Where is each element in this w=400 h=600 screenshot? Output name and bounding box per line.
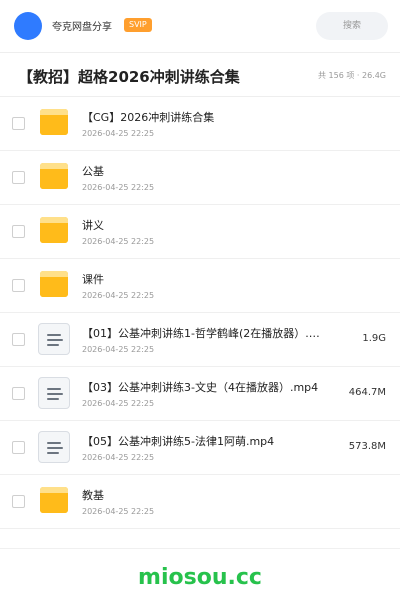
file-name: 【CG】2026冲刺讲练合集 xyxy=(82,111,215,124)
avatar[interactable] xyxy=(14,12,42,40)
file-size: 1.9G xyxy=(362,333,386,344)
list-item[interactable]: 【03】公基冲刺讲练3-文史（4在播放器）.mp4 2026-04-25 22:2… xyxy=(0,367,400,421)
select-checkbox[interactable] xyxy=(12,225,25,238)
file-name: 讲义 xyxy=(82,219,104,232)
folder-icon xyxy=(38,161,70,193)
file-date: 2026-04-25 22:25 xyxy=(82,345,155,354)
footer: miosou.cc xyxy=(0,548,400,600)
list-item[interactable]: 公基 2026-04-25 22:25 xyxy=(0,151,400,205)
select-checkbox[interactable] xyxy=(12,117,25,130)
file-size: 464.7M xyxy=(348,387,386,398)
select-checkbox[interactable] xyxy=(12,387,25,400)
select-checkbox[interactable] xyxy=(12,279,25,292)
list-item[interactable]: 【01】公基冲刺讲练1-哲学鹤峰(2在播放器）.m··· 2026-04-25 2… xyxy=(0,313,400,367)
header: 夸克网盘分享 SVIP 搜索 xyxy=(0,0,400,52)
select-checkbox[interactable] xyxy=(12,333,25,346)
file-date: 2026-04-25 22:25 xyxy=(82,291,155,300)
folder-icon xyxy=(38,107,70,139)
brand-watermark: miosou.cc xyxy=(138,565,262,590)
search-input[interactable]: 搜索 xyxy=(316,12,388,40)
file-date: 2026-04-25 22:25 xyxy=(82,453,155,462)
file-name: 【01】公基冲刺讲练1-哲学鹤峰(2在播放器）.m··· xyxy=(82,327,326,340)
list-item[interactable]: 讲义 2026-04-25 22:25 xyxy=(0,205,400,259)
list-item[interactable]: 【05】公基冲刺讲练5-法律1阿萌.mp4 2026-04-25 22:25 573… xyxy=(0,421,400,475)
video-file-icon xyxy=(38,431,70,463)
file-name: 课件 xyxy=(82,273,104,286)
select-checkbox[interactable] xyxy=(12,171,25,184)
file-name: 【05】公基冲刺讲练5-法律1阿萌.mp4 xyxy=(82,435,275,448)
folder-icon xyxy=(38,215,70,247)
select-checkbox[interactable] xyxy=(12,441,25,454)
file-date: 2026-04-25 22:25 xyxy=(82,183,155,192)
video-file-icon xyxy=(38,377,70,409)
select-checkbox[interactable] xyxy=(12,495,25,508)
folder-icon xyxy=(38,485,70,517)
file-date: 2026-04-25 22:25 xyxy=(82,129,155,138)
file-name: 公基 xyxy=(82,165,104,178)
username: 夸克网盘分享 xyxy=(52,22,112,33)
share-title-row: 【教招】超格2026冲刺讲练合集 共 156 项 · 26.4G xyxy=(0,58,400,96)
file-date: 2026-04-25 22:25 xyxy=(82,399,155,408)
header-divider xyxy=(0,52,400,53)
vip-badge: SVIP xyxy=(124,18,152,32)
list-item[interactable]: 课件 2026-04-25 22:25 xyxy=(0,259,400,313)
file-date: 2026-04-25 22:25 xyxy=(82,237,155,246)
video-file-icon xyxy=(38,323,70,355)
file-name: 教基 xyxy=(82,489,104,502)
page-title: 【教招】超格2026冲刺讲练合集 xyxy=(18,68,240,86)
list-item[interactable]: 教基 2026-04-25 22:25 xyxy=(0,475,400,529)
file-date: 2026-04-25 22:25 xyxy=(82,507,155,516)
share-meta: 共 156 项 · 26.4G xyxy=(318,71,386,80)
file-size: 573.8M xyxy=(348,441,386,452)
folder-icon xyxy=(38,269,70,301)
file-name: 【03】公基冲刺讲练3-文史（4在播放器）.mp4 xyxy=(82,381,319,394)
list-item[interactable]: 【CG】2026冲刺讲练合集 2026-04-25 22:25 xyxy=(0,97,400,151)
